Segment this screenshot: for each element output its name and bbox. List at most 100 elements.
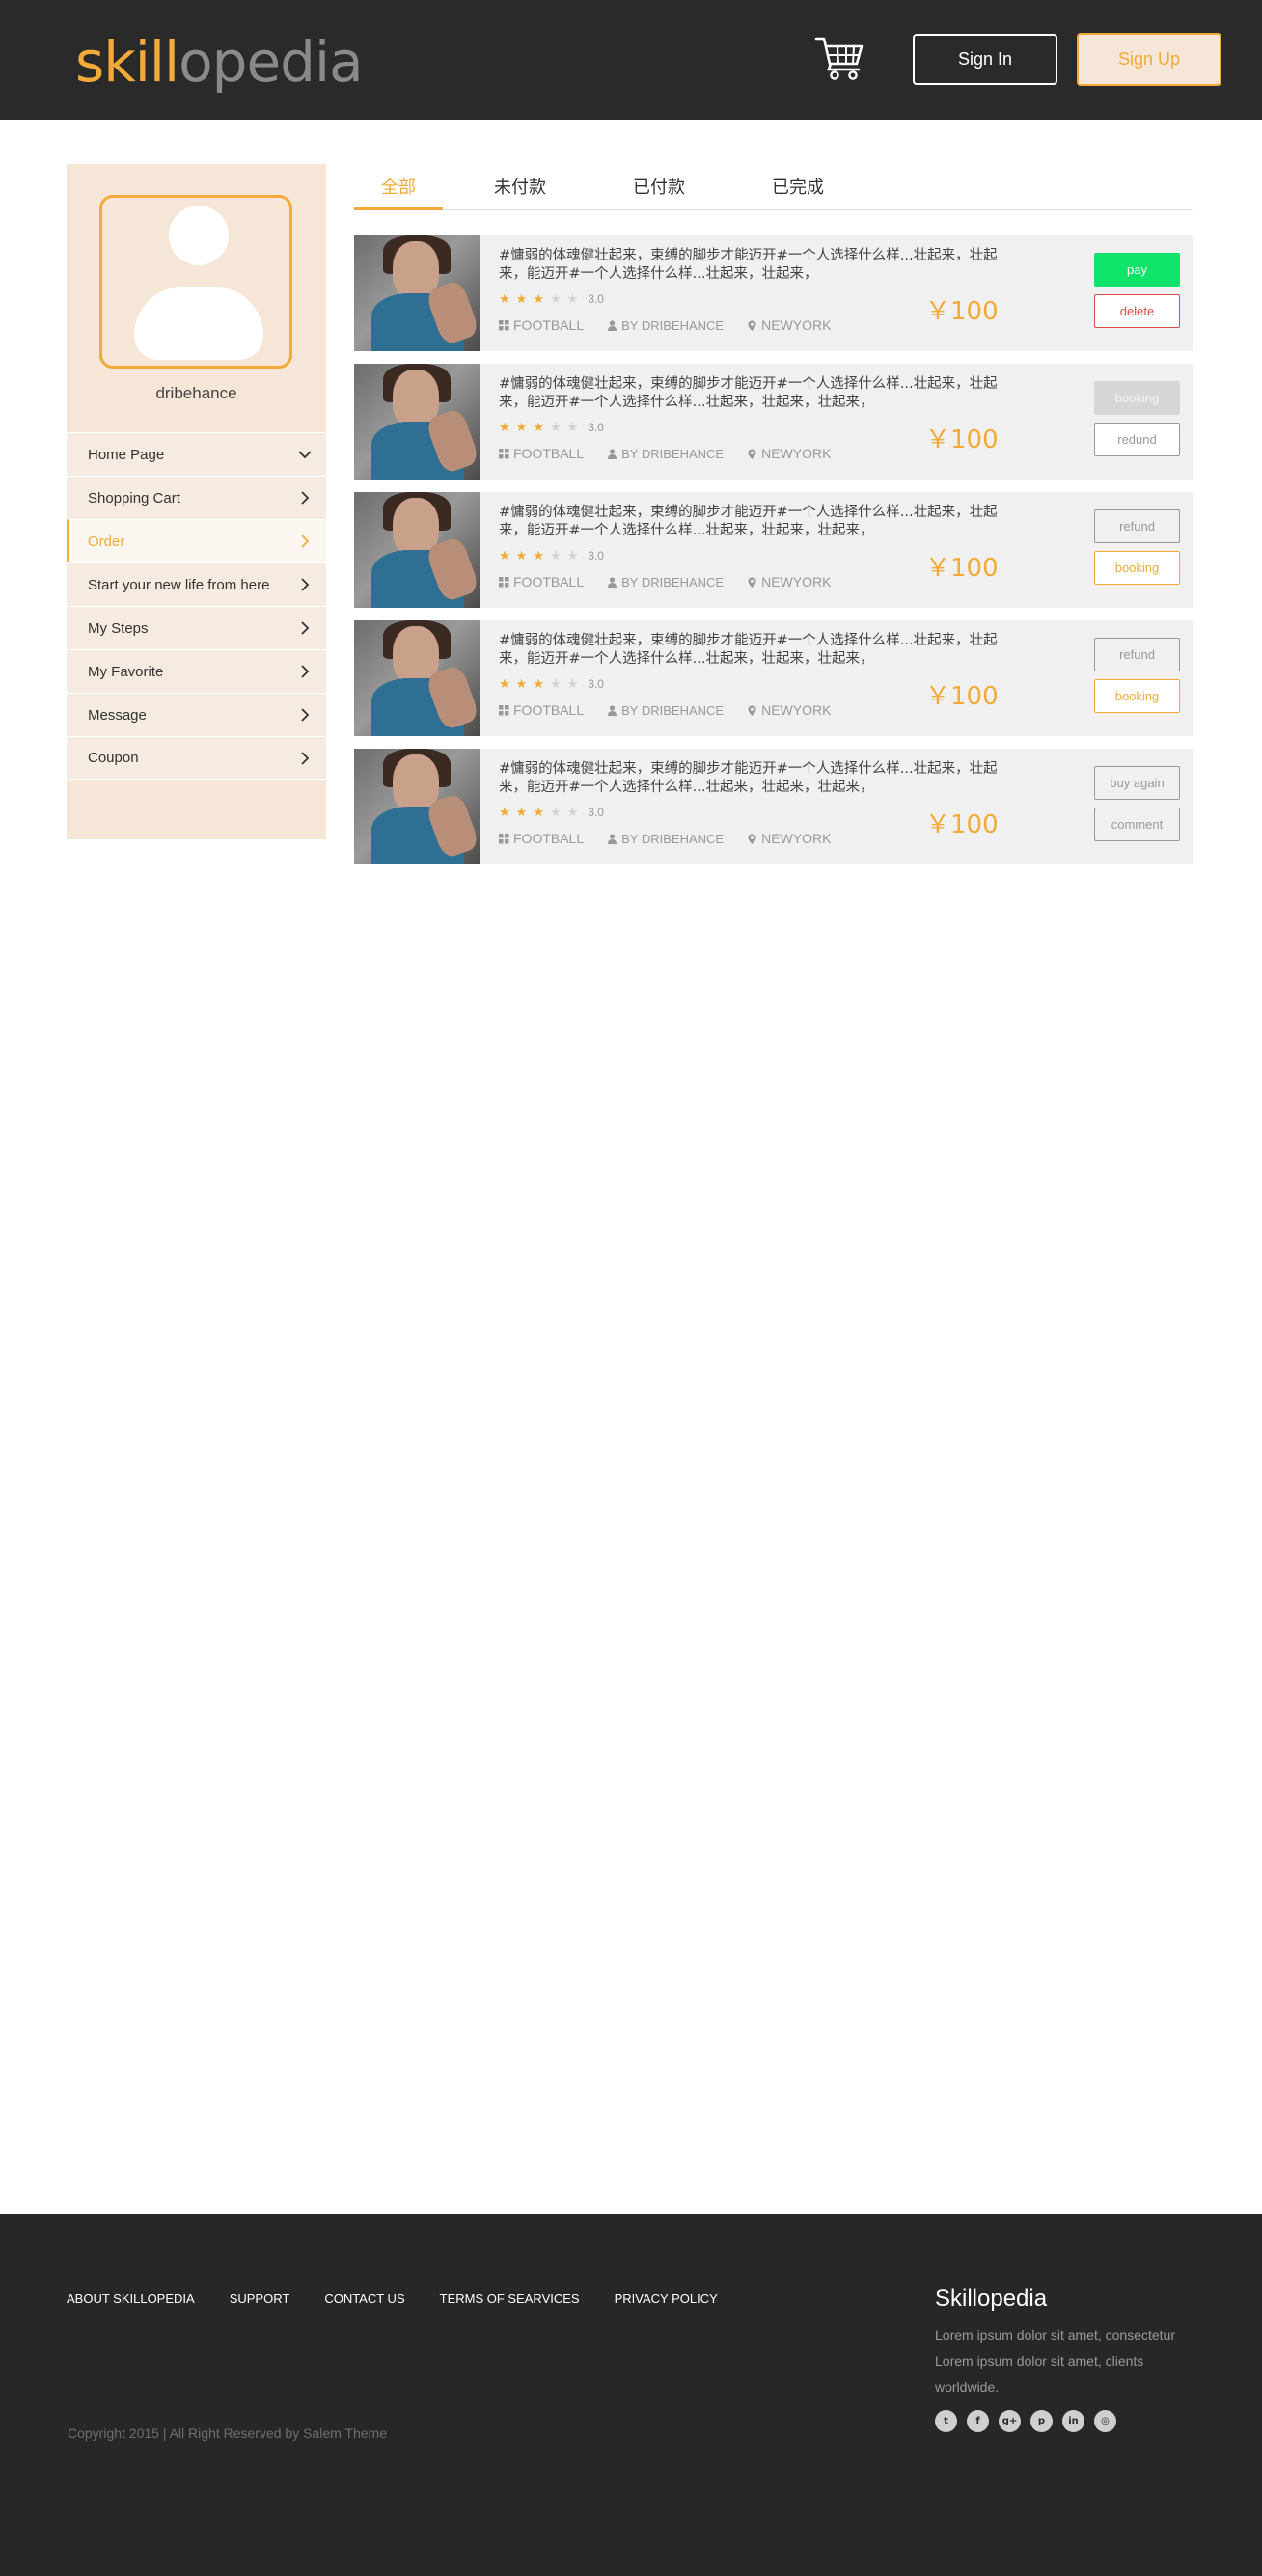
sidebar-item-5[interactable]: My Favorite [67,649,326,693]
location-pin-icon [748,320,756,331]
pay-button[interactable]: pay [1094,253,1180,287]
refund-button[interactable]: refund [1094,638,1180,671]
order-meta: FOOTBALL BY DRIBEHANCE NEWYORK [499,830,854,847]
google-plus-icon[interactable]: g+ [999,2410,1021,2432]
tab-0[interactable]: 全部 [354,174,443,210]
star-rating: ★ ★ ★ ★ ★ 3.0 [499,676,604,692]
sidebar-item-label: My Favorite [88,663,164,680]
profile-sidebar: dribehance Home Page Shopping Cart Order St… [67,164,326,839]
sidebar-item-label: Order [88,533,125,550]
order-title[interactable]: #慵弱的体魂健壮起来，束缚的脚步才能迈开#一个人选择什么样...壮起来，壮起来，… [499,375,1020,412]
meta-location: NEWYORK [747,317,831,333]
sidebar-item-1[interactable]: Shopping Cart [67,476,326,519]
meta-location: NEWYORK [747,702,831,718]
star-icon: ★ [566,548,579,563]
star-rating: ★ ★ ★ ★ ★ 3.0 [499,291,604,307]
order-price: ￥100 [925,554,999,583]
sidebar-item-7[interactable]: Coupon [67,736,326,780]
dribbble-icon[interactable]: ◎ [1094,2410,1116,2432]
booking-button[interactable]: booking [1094,551,1180,585]
tab-2[interactable]: 已付款 [615,174,703,210]
username: dribehance [155,384,237,402]
category-grid-icon [499,448,509,458]
facebook-icon[interactable]: f [967,2410,989,2432]
logo-part-skill: skill [75,29,179,95]
twitter-icon[interactable]: t [935,2410,957,2432]
order-thumbnail[interactable] [354,492,480,608]
order-title[interactable]: #慵弱的体魂健壮起来，束缚的脚步才能迈开#一个人选择什么样...壮起来，壮起来，… [499,632,1020,669]
tab-3[interactable]: 已完成 [754,174,842,210]
linkedin-icon[interactable]: in [1062,2410,1084,2432]
category-grid-icon [499,319,509,330]
star-icon: ★ [549,805,562,820]
star-icon: ★ [566,676,579,692]
avatar-body [134,287,263,360]
order-title[interactable]: #慵弱的体魂健壮起来，束缚的脚步才能迈开#一个人选择什么样...壮起来，壮起来，… [499,247,1020,284]
star-icon: ★ [499,420,510,435]
sidebar-item-2[interactable]: Order [67,519,326,562]
delete-button[interactable]: delete [1094,294,1180,328]
chevron-right-icon [301,665,310,678]
chevron-right-icon [301,752,310,765]
shopping-cart-icon[interactable] [814,35,864,81]
sign-in-button[interactable]: Sign In [913,34,1057,85]
category-label: FOOTBALL [513,317,585,333]
social-links: t f g+ p in ◎ [935,2410,1126,2432]
location-pin-icon [748,577,756,588]
footer-link-0[interactable]: ABOUT SKILLOPEDIA [67,2291,195,2306]
sidebar-item-label: Coupon [88,750,139,766]
location-pin-icon [748,705,756,716]
order-title[interactable]: #慵弱的体魂健壮起来，束缚的脚步才能迈开#一个人选择什么样...壮起来，壮起来，… [499,760,1020,797]
chevron-right-icon [301,578,310,591]
comment-button[interactable]: comment [1094,808,1180,841]
avatar[interactable] [99,195,292,369]
order-card: #慵弱的体魂健壮起来，束缚的脚步才能迈开#一个人选择什么样...壮起来，壮起来，… [354,620,1193,736]
sign-up-button[interactable]: Sign Up [1077,33,1221,86]
rating-value: 3.0 [588,549,604,562]
site-logo[interactable]: skillopedia [75,27,364,96]
chevron-right-icon [301,534,310,548]
star-icon: ★ [515,676,528,692]
order-thumbnail[interactable] [354,620,480,736]
sidebar-item-label: Shopping Cart [88,489,180,507]
footer-link-1[interactable]: SUPPORT [230,2291,290,2306]
footer-link-2[interactable]: CONTACT US [324,2291,404,2306]
star-icon: ★ [499,548,510,563]
location-label: NEWYORK [761,446,832,461]
location-label: NEWYORK [761,702,832,718]
sidebar-item-4[interactable]: My Steps [67,606,326,649]
category-label: FOOTBALL [513,831,585,846]
chevron-right-icon [301,708,310,722]
pinterest-icon[interactable]: p [1030,2410,1053,2432]
order-meta: FOOTBALL BY DRIBEHANCE NEWYORK [499,701,854,719]
meta-author: BY DRIBEHANCE [607,703,724,718]
booking-button[interactable]: booking [1094,679,1180,713]
order-title[interactable]: #慵弱的体魂健壮起来，束缚的脚步才能迈开#一个人选择什么样...壮起来，壮起来，… [499,504,1020,540]
footer-link-3[interactable]: TERMS OF SEARVICES [440,2291,580,2306]
order-thumbnail[interactable] [354,364,480,480]
sidebar-item-label: Start your new life from here [88,576,270,593]
star-icon: ★ [566,291,579,307]
redund-button[interactable]: redund [1094,423,1180,456]
buy-again-button[interactable]: buy again [1094,766,1180,800]
chevron-down-icon [298,451,312,459]
star-icon: ★ [549,291,562,307]
category-label: FOOTBALL [513,574,585,589]
order-thumbnail[interactable] [354,235,480,351]
chevron-right-icon [301,621,310,635]
refund-button[interactable]: refund [1094,509,1180,543]
sidebar-item-3[interactable]: Start your new life from here [67,562,326,606]
booking-button[interactable]: booking [1094,381,1180,415]
footer-link-4[interactable]: PRIVACY POLICY [615,2291,718,2306]
sidebar-item-0[interactable]: Home Page [67,432,326,476]
star-icon: ★ [533,805,544,820]
order-meta: FOOTBALL BY DRIBEHANCE NEWYORK [499,573,854,590]
order-thumbnail[interactable] [354,749,480,864]
meta-author: BY DRIBEHANCE [607,447,724,461]
chevron-right-icon [301,491,310,505]
star-icon: ★ [533,676,544,692]
tab-1[interactable]: 未付款 [476,174,564,210]
location-pin-icon [748,834,756,844]
star-icon: ★ [533,420,544,435]
sidebar-item-6[interactable]: Message [67,693,326,736]
